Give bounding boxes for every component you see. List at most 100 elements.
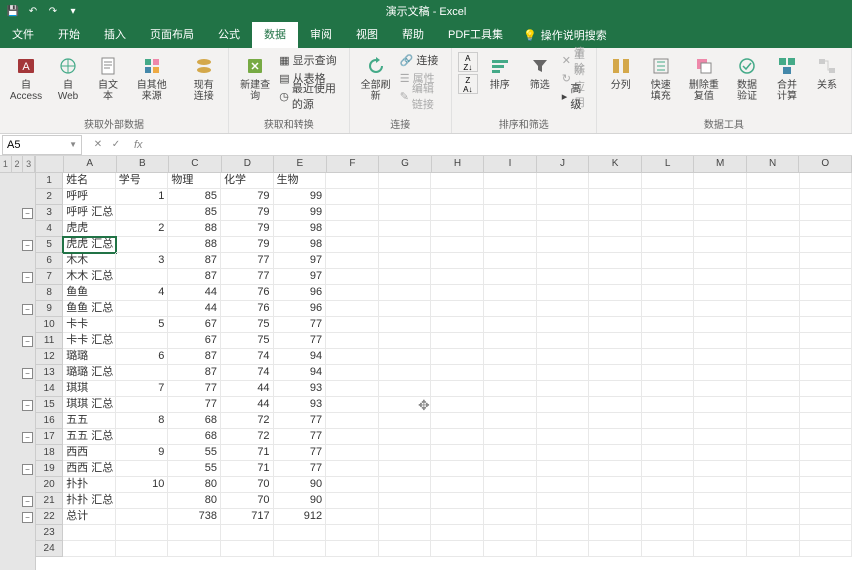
cell[interactable]: [694, 317, 747, 333]
cell[interactable]: [589, 301, 642, 317]
cell[interactable]: [537, 333, 590, 349]
cell[interactable]: [747, 301, 800, 317]
cell[interactable]: 璐璐: [63, 349, 116, 365]
cell[interactable]: [642, 509, 695, 525]
cell[interactable]: 呼呼 汇总: [63, 205, 116, 221]
cell[interactable]: [537, 429, 590, 445]
cell[interactable]: 96: [274, 285, 327, 301]
cell[interactable]: [484, 541, 537, 557]
outline-collapse-button[interactable]: −: [22, 208, 33, 219]
cell[interactable]: [379, 381, 432, 397]
cell[interactable]: [116, 301, 169, 317]
cell[interactable]: [694, 397, 747, 413]
row-header[interactable]: 17: [36, 429, 63, 445]
existing-connections-button[interactable]: 现有连接: [186, 52, 222, 104]
cell[interactable]: [747, 445, 800, 461]
outline-collapse-button[interactable]: −: [22, 496, 33, 507]
cell[interactable]: 76: [221, 301, 274, 317]
cell[interactable]: [642, 429, 695, 445]
cell[interactable]: [379, 253, 432, 269]
cell[interactable]: 西西: [63, 445, 116, 461]
cell[interactable]: [800, 189, 852, 205]
cell[interactable]: [431, 445, 484, 461]
cell[interactable]: 70: [221, 477, 274, 493]
row-header[interactable]: 16: [36, 413, 63, 429]
cell[interactable]: [326, 493, 379, 509]
cell[interactable]: 90: [274, 477, 327, 493]
cell[interactable]: [484, 189, 537, 205]
tab-help[interactable]: 帮助: [390, 22, 436, 48]
cell[interactable]: [642, 205, 695, 221]
row-header[interactable]: 22: [36, 509, 63, 525]
cell[interactable]: [116, 237, 169, 253]
cell[interactable]: [694, 221, 747, 237]
cell[interactable]: [484, 397, 537, 413]
column-header[interactable]: J: [537, 156, 590, 173]
flash-fill-button[interactable]: 快速填充: [643, 52, 679, 104]
cell[interactable]: 97: [274, 253, 327, 269]
tab-view[interactable]: 视图: [344, 22, 390, 48]
cell[interactable]: 44: [168, 285, 221, 301]
cell[interactable]: [642, 285, 695, 301]
cell[interactable]: 71: [221, 445, 274, 461]
cell[interactable]: [431, 365, 484, 381]
cell[interactable]: [484, 173, 537, 189]
cell[interactable]: [379, 445, 432, 461]
cell[interactable]: [747, 541, 800, 557]
cell[interactable]: [694, 349, 747, 365]
cell[interactable]: 72: [221, 429, 274, 445]
cell[interactable]: 五五: [63, 413, 116, 429]
cell[interactable]: [694, 381, 747, 397]
cell[interactable]: [484, 413, 537, 429]
outline-collapse-button[interactable]: −: [22, 272, 33, 283]
edit-links-button[interactable]: ✎编辑链接: [400, 88, 445, 104]
cell[interactable]: [800, 493, 852, 509]
cell[interactable]: [589, 317, 642, 333]
outline-level-1[interactable]: 1: [0, 156, 12, 172]
cell[interactable]: [379, 461, 432, 477]
cell[interactable]: [431, 253, 484, 269]
connections-button[interactable]: 🔗连接: [400, 52, 445, 68]
cell[interactable]: [379, 493, 432, 509]
cell[interactable]: [537, 381, 590, 397]
cell[interactable]: 98: [274, 237, 327, 253]
tab-file[interactable]: 文件: [0, 22, 46, 48]
cell[interactable]: [800, 173, 852, 189]
cell[interactable]: 璐璐 汇总: [63, 365, 116, 381]
cell[interactable]: [537, 541, 590, 557]
cell[interactable]: [642, 493, 695, 509]
cell[interactable]: [694, 301, 747, 317]
cell[interactable]: 五五 汇总: [63, 429, 116, 445]
cell[interactable]: [694, 429, 747, 445]
cell[interactable]: [379, 541, 432, 557]
column-header[interactable]: H: [432, 156, 485, 173]
row-header[interactable]: 21: [36, 493, 63, 509]
cell[interactable]: 72: [221, 413, 274, 429]
column-header[interactable]: N: [747, 156, 800, 173]
cell[interactable]: [537, 317, 590, 333]
cell[interactable]: [431, 525, 484, 541]
cell[interactable]: [800, 333, 852, 349]
cell[interactable]: [537, 237, 590, 253]
cell[interactable]: [537, 445, 590, 461]
row-header[interactable]: 11: [36, 333, 63, 349]
cell[interactable]: [642, 349, 695, 365]
refresh-all-button[interactable]: 全部刷新: [356, 52, 396, 104]
cell[interactable]: 55: [168, 445, 221, 461]
filter-button[interactable]: 筛选: [522, 52, 558, 93]
cell[interactable]: [747, 317, 800, 333]
tab-pdf[interactable]: PDF工具集: [436, 22, 515, 48]
column-header[interactable]: C: [169, 156, 222, 173]
text-to-columns-button[interactable]: 分列: [603, 52, 639, 93]
cell[interactable]: [589, 221, 642, 237]
cell[interactable]: 化学: [221, 173, 274, 189]
cell[interactable]: [379, 189, 432, 205]
cell[interactable]: [642, 381, 695, 397]
cell[interactable]: [747, 173, 800, 189]
cell[interactable]: [484, 333, 537, 349]
cell[interactable]: [537, 253, 590, 269]
cell[interactable]: [484, 285, 537, 301]
cell[interactable]: [326, 333, 379, 349]
cell[interactable]: [379, 237, 432, 253]
row-header[interactable]: 13: [36, 365, 63, 381]
